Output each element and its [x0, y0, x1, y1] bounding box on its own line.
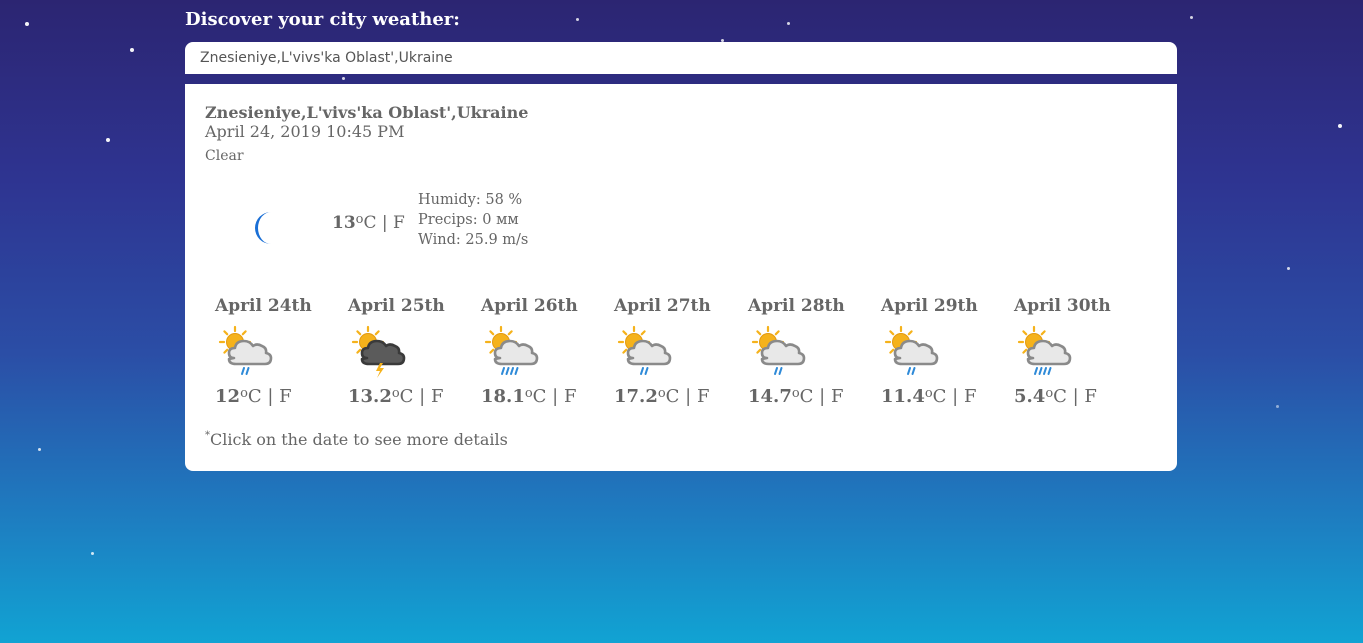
snowflake: [342, 77, 345, 80]
sun-cloud-heavy-rain-icon: [483, 322, 543, 380]
degree-symbol: o: [791, 386, 800, 401]
degree-symbol: o: [657, 386, 666, 401]
moon-icon: [243, 206, 287, 250]
forecast-temp-value: 18.1: [481, 386, 525, 407]
forecast-temperature: 12oC | F: [215, 386, 292, 407]
forecast-date[interactable]: April 30th: [1014, 296, 1111, 316]
forecast-date[interactable]: April 24th: [215, 296, 312, 316]
forecast-temperature: 17.2oC | F: [614, 386, 709, 407]
degree-symbol: o: [240, 386, 248, 401]
forecast-day[interactable]: April 26th 18.1oC | F: [481, 294, 606, 414]
forecast-temp-value: 13.2: [348, 386, 392, 407]
forecast-temperature: 14.7oC | F: [748, 386, 843, 407]
current-details: Humidy: 58 % Precips: 0 мм Wind: 25.9 m/…: [418, 190, 528, 250]
forecast-day[interactable]: April 27th 17.2oC | F: [614, 294, 739, 414]
forecast-temp-value: 5.4: [1014, 386, 1046, 407]
forecast-day[interactable]: April 25th 13.2oC | F: [348, 294, 473, 414]
sun-cloud-light-rain-icon: [217, 322, 277, 380]
unit-toggle[interactable]: C | F: [364, 213, 405, 233]
snowflake: [576, 18, 579, 21]
forecast-day[interactable]: April 24th 12oC | F: [215, 294, 340, 414]
sun-cloud-light-rain-icon: [750, 322, 810, 380]
snowflake: [130, 48, 134, 52]
unit-toggle[interactable]: C | F: [1053, 386, 1097, 407]
forecast-date[interactable]: April 26th: [481, 296, 578, 316]
forecast-temp-value: 12: [215, 386, 241, 407]
forecast-temp-value: 14.7: [748, 386, 792, 407]
precipitation-text: Precips: 0 мм: [418, 212, 519, 228]
snowflake: [1287, 267, 1290, 270]
wind-text: Wind: 25.9 m/s: [418, 232, 529, 248]
current-temperature: 13oC | F: [332, 212, 405, 233]
snowflake: [1190, 16, 1193, 19]
weather-card: Znesieniye,L'vivs'ka Oblast',Ukraine Apr…: [185, 84, 1177, 471]
unit-toggle[interactable]: C | F: [248, 386, 292, 407]
forecast-date[interactable]: April 25th: [348, 296, 445, 316]
city-search-input[interactable]: [185, 42, 1177, 74]
forecast-list: April 24th 12oC | F April 25th 13.2oC | …: [215, 294, 1155, 414]
forecast-temperature: 18.1oC | F: [481, 386, 576, 407]
degree-symbol: o: [355, 212, 364, 227]
forecast-temperature: 11.4oC | F: [881, 386, 976, 407]
forecast-date[interactable]: April 29th: [881, 296, 978, 316]
forecast-temp-value: 11.4: [881, 386, 925, 407]
unit-toggle[interactable]: C | F: [533, 386, 577, 407]
current-datetime: April 24, 2019 10:45 PM: [205, 122, 405, 141]
forecast-date[interactable]: April 28th: [748, 296, 845, 316]
forecast-day[interactable]: April 30th 5.4oC | F: [1014, 294, 1139, 414]
degree-symbol: o: [391, 386, 400, 401]
sun-cloud-light-rain-icon: [883, 322, 943, 380]
snowflake: [787, 22, 790, 25]
snowflake: [25, 22, 29, 26]
current-condition: Clear: [205, 148, 244, 164]
sun-storm-cloud-lightning-icon: [350, 322, 410, 380]
snowflake: [38, 448, 41, 451]
humidity-text: Humidy: 58 %: [418, 192, 523, 208]
snowflake: [1338, 124, 1342, 128]
degree-symbol: o: [524, 386, 533, 401]
sun-cloud-light-rain-icon: [616, 322, 676, 380]
forecast-temperature: 5.4oC | F: [1014, 386, 1097, 407]
hint-text: Click on the date to see more details: [210, 430, 508, 449]
forecast-date[interactable]: April 27th: [614, 296, 711, 316]
page-title: Discover your city weather:: [185, 9, 460, 30]
snowflake: [91, 552, 94, 555]
sun-cloud-heavy-rain-icon: [1016, 322, 1076, 380]
unit-toggle[interactable]: C | F: [933, 386, 977, 407]
snowflake: [1276, 405, 1279, 408]
current-temp-value: 13: [332, 213, 356, 233]
degree-symbol: o: [924, 386, 933, 401]
details-hint: *Click on the date to see more details: [205, 430, 508, 449]
forecast-temp-value: 17.2: [614, 386, 658, 407]
current-city-name: Znesieniye,L'vivs'ka Oblast',Ukraine: [205, 103, 529, 122]
degree-symbol: o: [1045, 386, 1054, 401]
snowflake: [106, 138, 110, 142]
forecast-day[interactable]: April 28th 14.7oC | F: [748, 294, 873, 414]
forecast-temperature: 13.2oC | F: [348, 386, 443, 407]
unit-toggle[interactable]: C | F: [400, 386, 444, 407]
unit-toggle[interactable]: C | F: [666, 386, 710, 407]
unit-toggle[interactable]: C | F: [800, 386, 844, 407]
forecast-day[interactable]: April 29th 11.4oC | F: [881, 294, 1006, 414]
